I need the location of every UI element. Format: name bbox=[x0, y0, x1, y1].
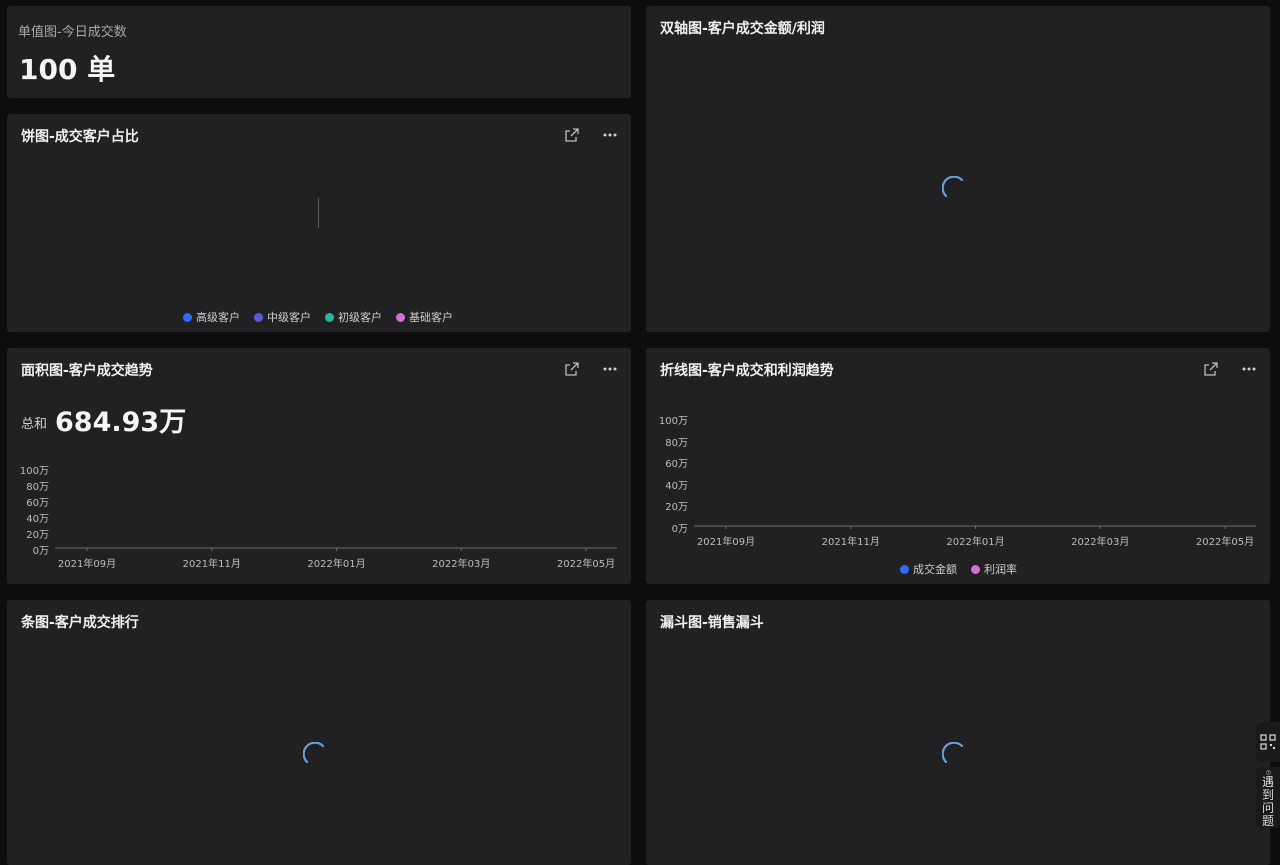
line-chart-card: 折线图-客户成交和利润趋势 100万 80万 60万 40万 20万 0万 2021年09月… bbox=[646, 348, 1270, 584]
pie-slice-line bbox=[318, 198, 319, 228]
y-tick-label: 100万 bbox=[19, 466, 49, 477]
x-tick-label: 2022年05月 bbox=[1195, 537, 1255, 548]
y-tick-label: 100万 bbox=[658, 416, 688, 427]
pie-title: 饼图-成交客户占比 bbox=[21, 129, 139, 145]
y-tick-label: 20万 bbox=[26, 530, 49, 541]
area-chart-card: 面积图-客户成交趋势 总和 684.93万 100万 80万 60万 40万 20万 0万… bbox=[7, 348, 631, 584]
legend-item-junior[interactable]: 初级客户 bbox=[325, 309, 382, 325]
legend-item-advanced[interactable]: 高级客户 bbox=[183, 309, 240, 325]
legend-label: 基础客户 bbox=[409, 311, 453, 324]
legend-item-intermediate[interactable]: 中级客户 bbox=[254, 309, 311, 325]
dual-axis-title: 双轴图-客户成交金额/利润 bbox=[660, 21, 825, 37]
bar-chart-card: 条图-客户成交排行 bbox=[7, 600, 631, 865]
line-chart: 100万 80万 60万 40万 20万 0万 2021年09月 2021年11月 2022年0… bbox=[646, 348, 1270, 584]
loading-spinner-icon bbox=[303, 742, 325, 764]
legend-label: 中级客户 bbox=[267, 311, 311, 324]
y-tick-label: 80万 bbox=[26, 482, 49, 493]
legend-label: 利润率 bbox=[984, 563, 1017, 576]
expand-icon[interactable] bbox=[563, 126, 581, 144]
legend-item-deal-amount[interactable]: 成交金额 bbox=[900, 561, 957, 577]
funnel-chart-card: 漏斗图-销售漏斗 bbox=[646, 600, 1270, 865]
single-value-card: 单值图-今日成交数 100 单 bbox=[7, 6, 631, 98]
legend-label: 成交金额 bbox=[913, 563, 957, 576]
legend-dot bbox=[971, 564, 980, 574]
chart-axes bbox=[694, 525, 1256, 529]
y-tick-label: 40万 bbox=[665, 480, 688, 492]
legend-item-profit-rate[interactable]: 利润率 bbox=[971, 561, 1017, 577]
y-tick-label: 20万 bbox=[665, 502, 688, 514]
qr-code-icon bbox=[1260, 734, 1276, 750]
y-tick-label: 60万 bbox=[26, 498, 49, 509]
bar-title: 条图-客户成交排行 bbox=[21, 615, 139, 631]
loading-spinner-icon bbox=[942, 176, 964, 198]
x-tick-label: 2022年03月 bbox=[432, 559, 491, 570]
loading-spinner-icon bbox=[942, 742, 964, 764]
x-tick-label: 2022年01月 bbox=[307, 559, 366, 570]
y-tick-label: 60万 bbox=[665, 459, 688, 471]
y-tick-label: 40万 bbox=[26, 514, 49, 525]
single-value-number: 100 单 bbox=[19, 53, 116, 86]
x-tick-label: 2022年05月 bbox=[556, 559, 616, 570]
more-options-icon[interactable] bbox=[601, 126, 619, 144]
y-tick-label: 0万 bbox=[671, 524, 688, 535]
dual-axis-card: 双轴图-客户成交金额/利润 bbox=[646, 6, 1270, 332]
area-chart: 100万 80万 60万 40万 20万 0万 2021年09月 2021年11月 2022年0… bbox=[7, 348, 631, 584]
funnel-title: 漏斗图-销售漏斗 bbox=[660, 615, 764, 631]
x-tick-label: 2022年01月 bbox=[946, 537, 1005, 548]
x-tick-label: 2021年09月 bbox=[696, 537, 756, 548]
x-tick-label: 2021年11月 bbox=[821, 537, 880, 548]
x-tick-label: 2021年09月 bbox=[57, 559, 117, 570]
side-help-tab[interactable]: 遇到问题 bbox=[1256, 767, 1280, 828]
legend-dot bbox=[900, 564, 909, 574]
line-legend: 成交金额 利润率 bbox=[900, 561, 1017, 577]
y-tick-label: 0万 bbox=[32, 546, 49, 557]
legend-label: 初级客户 bbox=[338, 311, 382, 324]
x-tick-label: 2022年03月 bbox=[1071, 537, 1130, 548]
single-value-title: 单值图-今日成交数 bbox=[18, 25, 127, 40]
chart-axes bbox=[55, 547, 617, 551]
y-tick-label: 80万 bbox=[665, 437, 688, 449]
legend-dot bbox=[183, 312, 192, 322]
pie-card: 饼图-成交客户占比 高级客户 中级客户 初级客户 基础客户 bbox=[7, 114, 631, 332]
help-label: 遇到问题 bbox=[1261, 775, 1274, 828]
legend-label: 高级客户 bbox=[196, 311, 240, 324]
legend-dot bbox=[325, 312, 334, 322]
legend-item-basic[interactable]: 基础客户 bbox=[396, 309, 453, 325]
x-tick-label: 2021年11月 bbox=[182, 559, 241, 570]
pie-legend: 高级客户 中级客户 初级客户 基础客户 bbox=[183, 309, 453, 325]
legend-dot bbox=[254, 312, 263, 322]
legend-dot bbox=[396, 312, 405, 322]
side-qr-tab[interactable] bbox=[1256, 722, 1280, 762]
